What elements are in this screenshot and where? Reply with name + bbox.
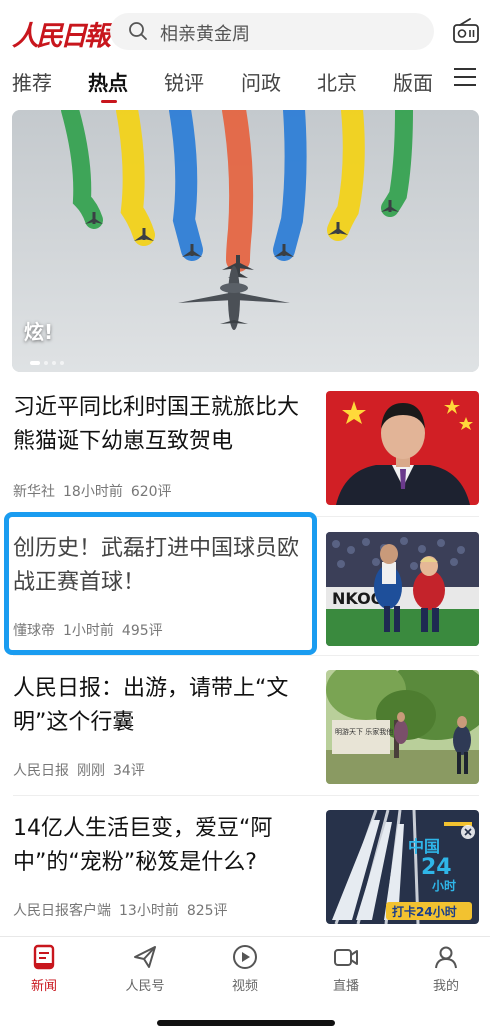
divider [13, 795, 479, 796]
search-icon [129, 22, 147, 40]
news-comments: 34评 [113, 763, 145, 779]
user-icon [435, 946, 457, 969]
nav-label: 人民号 [125, 979, 165, 994]
news-comments: 825评 [186, 903, 228, 919]
carousel-dot [52, 361, 56, 365]
app-logo[interactable]: 人民日報 [12, 14, 111, 53]
nav-me[interactable]: 我的 [411, 943, 481, 994]
news-time: 刚刚 [77, 763, 105, 779]
news-meta: 新华社 18小时前 620评 [13, 481, 180, 501]
tab-recommend[interactable]: 推荐 [12, 67, 52, 96]
nav-news[interactable]: 新闻 [9, 943, 79, 994]
news-thumbnail [326, 391, 479, 505]
nav-video[interactable]: 视频 [210, 943, 280, 994]
search-bar[interactable]: 相亲黄金周 [110, 13, 434, 50]
thumb4-line1: 中国 [408, 837, 440, 856]
tab-politics[interactable]: 问政 [241, 67, 281, 96]
news-source: 新华社 [13, 484, 55, 500]
nav-label: 直播 [332, 979, 359, 994]
banner-caption: 炫! [24, 320, 54, 344]
play-icon [233, 945, 257, 969]
thumb4-badge: 打卡24小时 [392, 904, 457, 919]
tab-hot[interactable]: 热点 [88, 67, 128, 96]
nav-label: 新闻 [30, 979, 57, 994]
news-source: 人民日报客户端 [13, 903, 111, 919]
home-indicator [157, 1020, 335, 1026]
divider [13, 655, 479, 656]
news-source: 人民日报 [13, 763, 69, 779]
category-tabs: 推荐 热点 锐评 问政 北京 版面 [0, 62, 490, 106]
news-meta: 人民日报客户端 13小时前 825评 [13, 900, 236, 920]
thumb3-sign: 明游天下 乐家我他 [335, 727, 393, 736]
tab-beijing[interactable]: 北京 [317, 67, 357, 96]
carousel-dots [30, 350, 68, 369]
news-title: 14亿人生活巨变，爱豆“阿中”的“宠粉”秘笈是什么? [13, 816, 273, 875]
active-tab-indicator [101, 100, 117, 103]
app-header: 人民日報 相亲黄金周 [0, 0, 490, 62]
selection-highlight [4, 512, 317, 655]
headline-banner[interactable]: 炫! [12, 110, 479, 372]
radio-icon[interactable] [452, 18, 480, 44]
newspaper-icon [33, 944, 55, 970]
news-thumbnail: 明游天下 乐家我他 [326, 670, 479, 784]
tab-commentary[interactable]: 锐评 [164, 67, 204, 96]
paper-plane-icon [134, 946, 156, 968]
news-comments: 620评 [130, 484, 172, 500]
news-meta: 人民日报 刚刚 34评 [13, 760, 153, 780]
camera-icon [334, 949, 358, 966]
news-time: 18小时前 [63, 484, 123, 500]
nav-people[interactable]: 人民号 [110, 943, 180, 994]
carousel-dot-active [30, 361, 40, 365]
thumb4-line3: 小时 [432, 878, 456, 893]
bottom-navigation: 新闻 人民号 视频 直播 我的 [0, 936, 490, 1032]
carousel-dot [60, 361, 64, 365]
news-title: 习近平同比利时国王就旅比大熊猫诞下幼崽互致贺电 [13, 395, 300, 454]
carousel-dot [44, 361, 48, 365]
news-time: 13小时前 [119, 903, 179, 919]
news-thumbnail: 中国 24 小时 打卡24小时 [326, 810, 479, 924]
menu-icon[interactable] [454, 68, 476, 88]
nav-label: 我的 [432, 979, 459, 994]
search-placeholder: 相亲黄金周 [160, 24, 250, 45]
tab-layout[interactable]: 版面 [393, 67, 433, 96]
news-thumbnail: NKOON [326, 532, 479, 646]
thumb4-line2: 24 [421, 855, 452, 880]
jets-smoke-image [12, 110, 479, 372]
nav-live[interactable]: 直播 [311, 943, 381, 994]
news-title: 人民日报：出游，请带上“文明”这个行囊 [13, 676, 289, 735]
nav-label: 视频 [231, 979, 258, 994]
